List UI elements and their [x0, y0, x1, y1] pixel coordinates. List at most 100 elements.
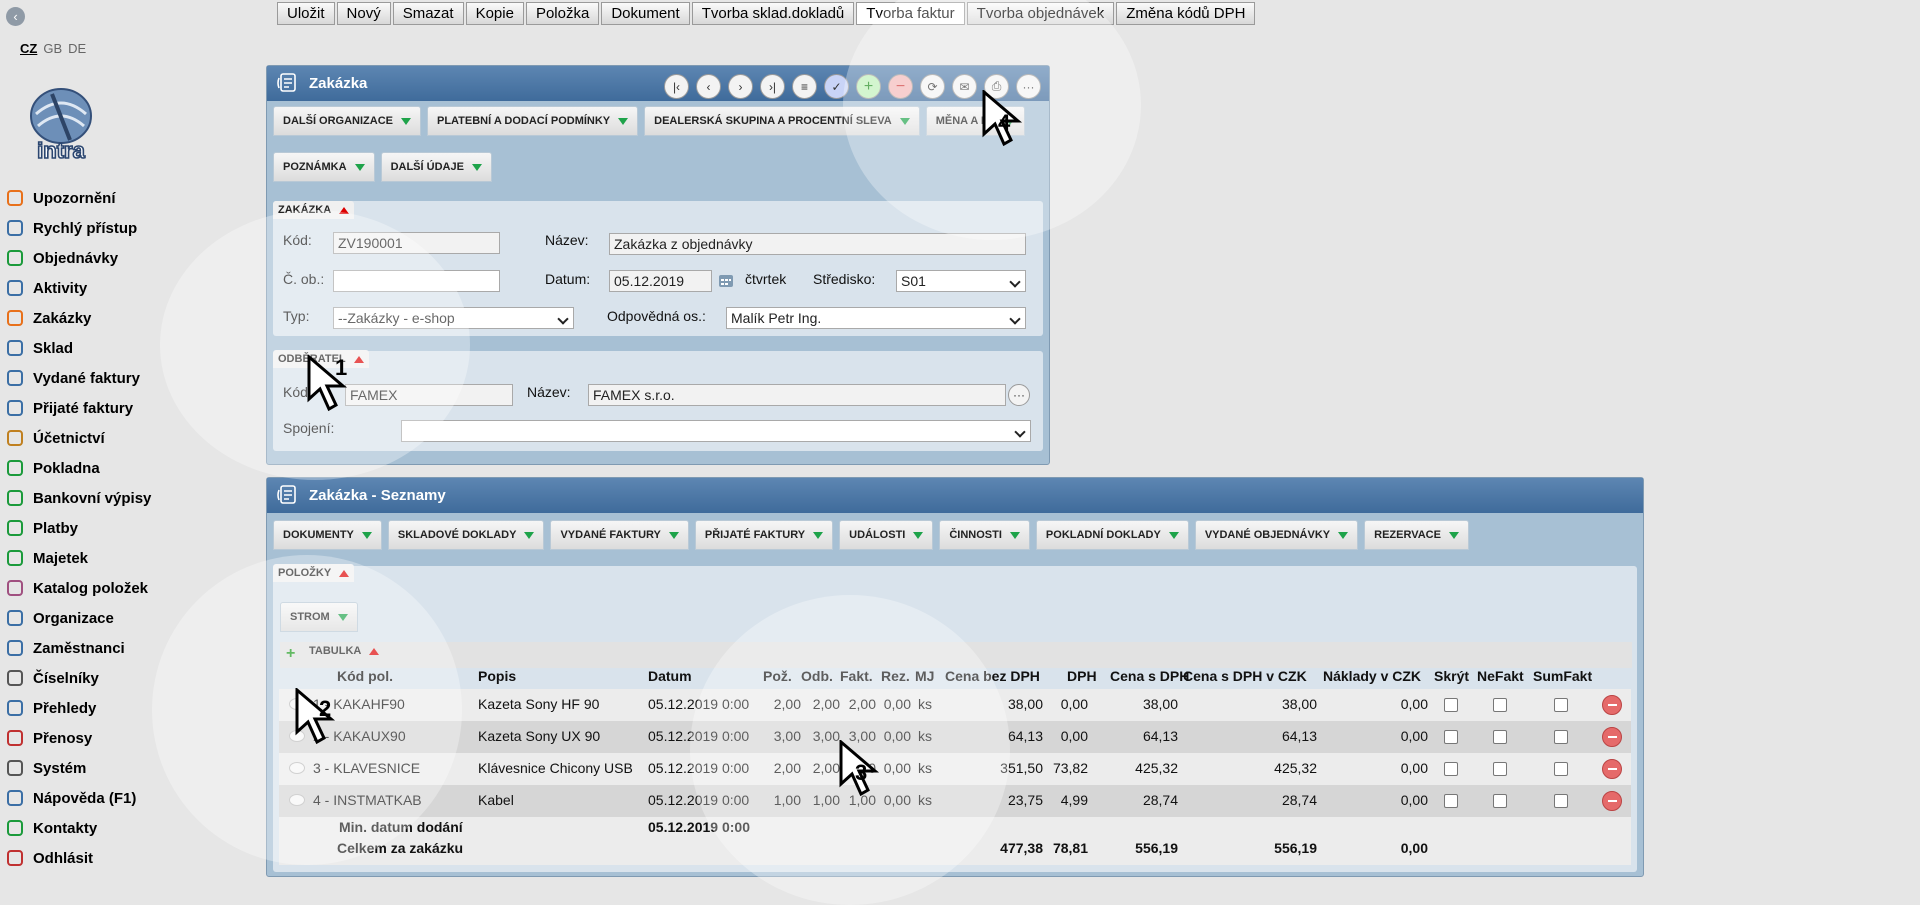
toolbar-button-6[interactable]: Dokument	[601, 2, 690, 25]
delete-row-icon[interactable]	[1602, 759, 1622, 779]
toolbar-button-8[interactable]: Tvorba faktur	[856, 2, 965, 25]
column-header[interactable]: Náklady v CZK	[1323, 668, 1421, 684]
remove-icon[interactable]: −	[888, 74, 913, 99]
datum-field[interactable]: 05.12.2019	[609, 270, 712, 292]
sidebar-item-power[interactable]: Odhlásit	[4, 843, 151, 873]
seznamy-tab-6[interactable]: ČINNOSTI	[939, 520, 1030, 550]
toolbar-button-5[interactable]: Položka	[525, 2, 600, 25]
row-link-icon[interactable]	[289, 698, 305, 710]
column-header[interactable]: Fakt.	[840, 668, 873, 684]
nefakt-checkbox[interactable]	[1493, 794, 1507, 808]
column-header[interactable]: Cena bez DPH	[945, 668, 1040, 684]
toolbar-button-2[interactable]: Nový	[336, 2, 391, 25]
kod-field[interactable]: ZV190001	[333, 232, 500, 254]
row-link-icon[interactable]	[289, 794, 305, 806]
more-options-icon[interactable]: ···	[1016, 74, 1041, 99]
column-header[interactable]: Datum	[648, 668, 692, 684]
sidebar-item-asset[interactable]: Majetek	[4, 543, 151, 573]
seznamy-tab-8[interactable]: VYDANÉ OBJEDNÁVKY	[1194, 520, 1359, 550]
seznamy-tab-4[interactable]: PŘIJATÉ FAKTURY	[694, 520, 834, 550]
skryt-checkbox[interactable]	[1444, 730, 1458, 744]
nefakt-checkbox[interactable]	[1493, 698, 1507, 712]
column-header[interactable]: Kód pol.	[337, 668, 393, 684]
column-header[interactable]: Skrýt	[1434, 668, 1469, 684]
sumfakt-checkbox[interactable]	[1554, 698, 1568, 712]
delete-row-icon[interactable]	[1602, 791, 1622, 811]
table-row[interactable]: 2 - KAKAUX90 Kazeta Sony UX 90 05.12.2019 …	[279, 721, 1631, 753]
sidebar-item-ledger[interactable]: Účetnictví	[4, 423, 151, 453]
sidebar-item-bank[interactable]: Bankovní výpisy	[4, 483, 151, 513]
polozky-section-title[interactable]: POLOŽKY	[273, 564, 355, 582]
typ-select[interactable]: --Zakázky - e-shop	[333, 307, 574, 329]
seznamy-tab-3[interactable]: VYDANÉ FAKTURY	[550, 520, 689, 550]
next-record-button[interactable]: ›	[728, 74, 753, 99]
collapse-sidebar-button[interactable]: ‹	[6, 7, 25, 26]
seznamy-tab-9[interactable]: REZERVACE	[1364, 520, 1469, 550]
sidebar-item-bell[interactable]: Upozornění	[4, 183, 151, 213]
sidebar-item-cashbox[interactable]: Pokladna	[4, 453, 151, 483]
sidebar-item-help[interactable]: Nápověda (F1)	[4, 783, 151, 813]
refresh-icon[interactable]: ⟳	[920, 74, 945, 99]
nefakt-checkbox[interactable]	[1493, 762, 1507, 776]
expand-add-icon[interactable]: +	[286, 646, 300, 662]
zakazka-tab-2-2[interactable]: DALŠÍ ÚDAJE	[380, 152, 492, 182]
add-icon[interactable]: +	[856, 74, 881, 99]
zakazka-tab-2[interactable]: PLATEBNÍ A DODACÍ PODMÍNKY	[427, 106, 639, 136]
toolbar-button-9[interactable]: Tvorba objednávek	[966, 2, 1115, 25]
zakazka-tab-1[interactable]: DALŠÍ ORGANIZACE	[273, 106, 421, 136]
sumfakt-checkbox[interactable]	[1554, 762, 1568, 776]
lang-gb[interactable]: GB	[43, 41, 62, 56]
sidebar-item-payment[interactable]: Platby	[4, 513, 151, 543]
odberatel-nazev-field[interactable]: FAMEX s.r.o.	[588, 384, 1006, 406]
sidebar-item-report[interactable]: Přehledy	[4, 693, 151, 723]
nazev-field[interactable]: Zakázka z objednávky	[609, 233, 1026, 255]
zakazka-tab-2-1[interactable]: POZNÁMKA	[273, 152, 375, 182]
sumfakt-checkbox[interactable]	[1554, 794, 1568, 808]
column-header[interactable]: MJ	[915, 668, 934, 684]
tabulka-title[interactable]: TABULKA	[304, 642, 384, 660]
skryt-checkbox[interactable]	[1444, 698, 1458, 712]
sidebar-item-warehouse[interactable]: Sklad	[4, 333, 151, 363]
sidebar-item-employees[interactable]: Zaměstnanci	[4, 633, 151, 663]
column-header[interactable]: NeFakt	[1477, 668, 1524, 684]
sidebar-item-transfer[interactable]: Přenosy	[4, 723, 151, 753]
toolbar-button-10[interactable]: Změna kódů DPH	[1116, 2, 1256, 25]
skryt-checkbox[interactable]	[1444, 794, 1458, 808]
delete-row-icon[interactable]	[1602, 695, 1622, 715]
print-icon[interactable]: ⎙	[984, 74, 1009, 99]
lang-de[interactable]: DE	[68, 41, 86, 56]
seznamy-tab-7[interactable]: POKLADNÍ DOKLADY	[1035, 520, 1189, 550]
last-record-button[interactable]: ›|	[760, 74, 785, 99]
toolbar-button-1[interactable]: Uložit	[277, 2, 335, 25]
spojeni-select[interactable]	[401, 420, 1031, 442]
row-link-icon[interactable]	[289, 762, 305, 774]
select-odberatel-button[interactable]: ···	[1008, 384, 1030, 406]
lang-cz[interactable]: CZ	[20, 41, 37, 56]
cislo-objednavky-field[interactable]	[333, 270, 500, 292]
column-header[interactable]: Cena s DPH v CZK	[1183, 668, 1307, 684]
skryt-checkbox[interactable]	[1444, 762, 1458, 776]
sidebar-item-order[interactable]: Zakázky	[4, 303, 151, 333]
column-header[interactable]: SumFakt	[1533, 668, 1592, 684]
odpovedna-osoba-select[interactable]: Malík Petr Ing.	[726, 307, 1026, 329]
seznamy-tab-1[interactable]: DOKUMENTY	[273, 520, 382, 550]
sumfakt-checkbox[interactable]	[1554, 730, 1568, 744]
zakazka-tab-3[interactable]: DEALERSKÁ SKUPINA A PROCENTNÍ SLEVA	[644, 106, 920, 136]
sidebar-item-organization[interactable]: Organizace	[4, 603, 151, 633]
column-header[interactable]: Pož.	[763, 668, 792, 684]
delete-row-icon[interactable]	[1602, 727, 1622, 747]
odberatel-kod-field[interactable]: FAMEX	[345, 384, 513, 406]
column-header[interactable]: Rez.	[881, 668, 910, 684]
sidebar-item-wrench[interactable]: Systém	[4, 753, 151, 783]
sidebar-item-grid[interactable]: Rychlý přístup	[4, 213, 151, 243]
table-row[interactable]: 4 - INSTMATKAB Kabel 05.12.2019 0:00 1,00 1,…	[279, 785, 1631, 817]
column-header[interactable]: DPH	[1067, 668, 1097, 684]
strom-tab[interactable]: STROM	[280, 602, 358, 632]
toolbar-button-4[interactable]: Kopie	[465, 2, 524, 25]
zakazka-section-title[interactable]: ZAKÁZKA	[273, 201, 355, 219]
prev-record-button[interactable]: ‹	[696, 74, 721, 99]
sidebar-item-invoice-out[interactable]: Vydané faktury	[4, 363, 151, 393]
odberatel-section-title[interactable]: ODBĚRATEL	[273, 350, 369, 368]
calendar-icon[interactable]	[718, 272, 734, 288]
sidebar-item-invoice-in[interactable]: Přijaté faktury	[4, 393, 151, 423]
